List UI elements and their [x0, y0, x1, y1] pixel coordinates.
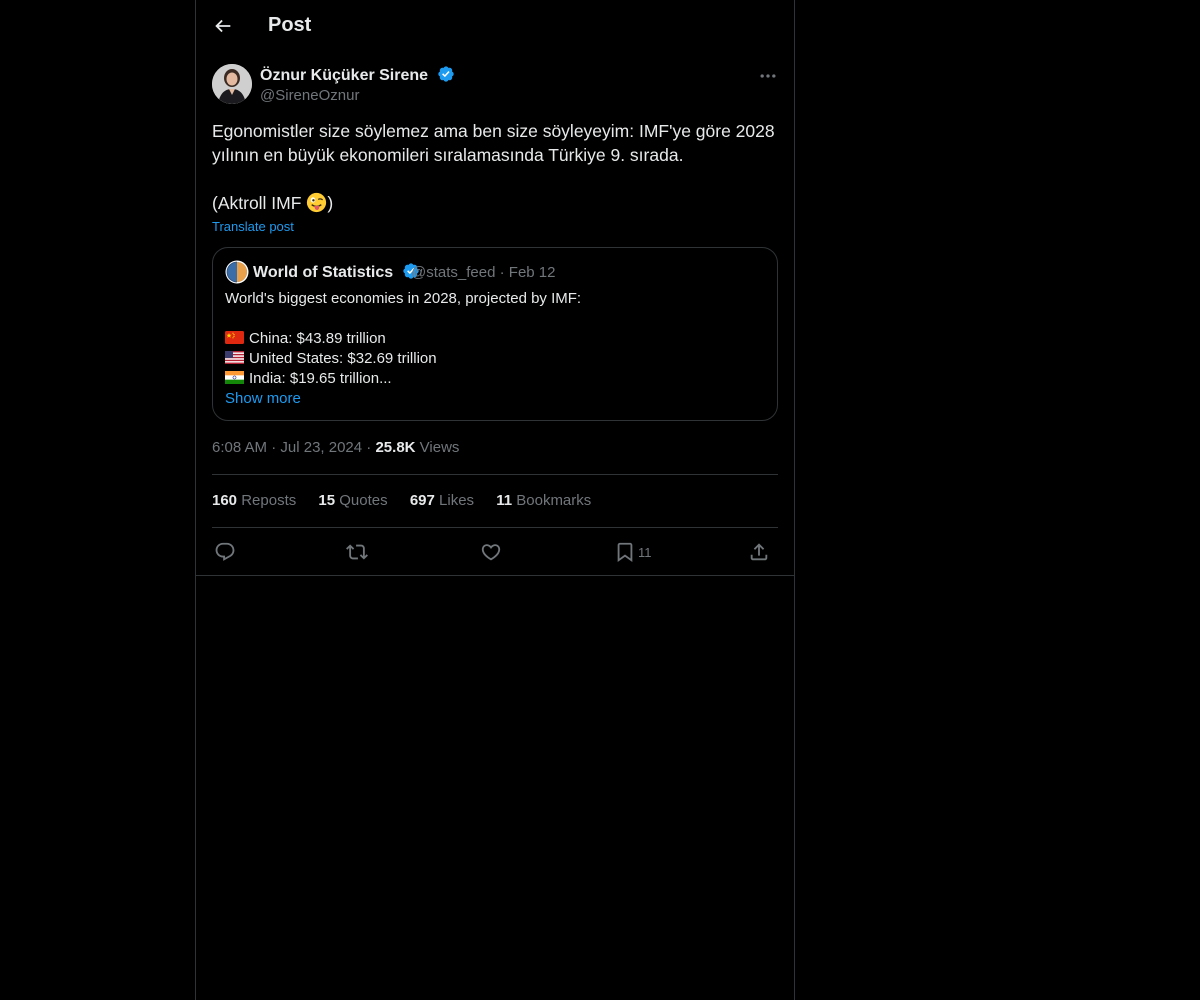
us-flag-icon	[225, 351, 244, 364]
like-button[interactable]	[480, 538, 502, 566]
india-flag-icon	[225, 371, 244, 384]
bookmarks-label: Bookmarks	[516, 492, 592, 509]
repost-icon	[346, 544, 368, 560]
translate-post-link[interactable]: Translate post	[212, 219, 294, 234]
meta-separator: ·	[366, 439, 372, 456]
bookmark-button[interactable]: 11	[614, 538, 664, 566]
globe-avatar-icon	[225, 260, 249, 284]
quotes-stat[interactable]: 15 Quotes	[318, 492, 387, 509]
views-count: 25.8K	[375, 439, 416, 456]
share-icon	[750, 543, 768, 561]
quoted-post[interactable]: World of Statistics @stats_feed · Feb 12…	[212, 247, 778, 421]
quotes-label: Quotes	[339, 492, 388, 509]
bookmarks-count: 11	[496, 492, 513, 509]
post-text: Egonomistler size söylemez ama ben size …	[212, 119, 778, 215]
quoted-author-name-label: World of Statistics	[253, 264, 394, 281]
page-title: Post	[268, 14, 312, 36]
quoted-author-name: World of Statistics	[253, 262, 420, 282]
list-item: China: $43.89 trillion	[225, 329, 765, 349]
views-label: Views	[419, 439, 460, 456]
bookmark-count: 11	[638, 545, 652, 560]
list-item-text: China: $43.89 trillion	[249, 330, 386, 347]
page-header: Post	[196, 0, 794, 53]
post-date[interactable]: Jul 23, 2024	[280, 439, 362, 456]
china-flag-icon	[225, 331, 244, 344]
list-item-text: United States: $32.69 trillion	[249, 350, 437, 367]
bookmark-icon	[617, 542, 633, 563]
more-dots-icon	[760, 74, 776, 78]
quoted-date: Feb 12	[508, 264, 556, 281]
likes-count: 697	[409, 492, 435, 509]
post-time[interactable]: 6:08 AM	[212, 439, 267, 456]
divider	[196, 575, 794, 576]
verified-badge-icon	[437, 66, 454, 82]
author-handle[interactable]: @SireneOznur	[260, 87, 359, 104]
more-options-button[interactable]	[758, 66, 778, 86]
show-more-link[interactable]: Show more	[225, 390, 301, 407]
post-text-paragraph: Egonomistler size söylemez ama ben size …	[212, 121, 775, 165]
repost-button[interactable]	[346, 538, 368, 566]
author-name[interactable]: Öznur Küçüker Sirene	[260, 65, 455, 85]
main-column: Post Öznur Küçüker Sirene @SireneOznur E…	[195, 0, 795, 1000]
quoted-author-handle: @stats_feed	[411, 264, 496, 281]
list-item: United States: $32.69 trillion	[225, 349, 765, 369]
heart-icon	[481, 544, 501, 561]
avatar[interactable]	[212, 64, 252, 104]
action-bar: 11	[212, 538, 778, 566]
post-text-paragraph-2: (Aktroll IMF )	[212, 191, 778, 215]
quotes-count: 15	[318, 492, 336, 509]
share-button[interactable]	[748, 538, 770, 566]
post-text-suffix: )	[327, 193, 334, 213]
reply-icon	[215, 542, 235, 561]
winking-tongue-emoji-icon	[307, 192, 327, 213]
divider	[212, 527, 778, 528]
likes-label: Likes	[439, 492, 475, 509]
reposts-stat[interactable]: 160 Reposts	[212, 492, 296, 509]
divider	[212, 474, 778, 475]
reposts-label: Reposts	[241, 492, 297, 509]
arrow-left-icon	[215, 19, 231, 33]
quoted-separator: ·	[499, 264, 505, 281]
author-name-label: Öznur Küçüker Sirene	[260, 67, 429, 84]
reposts-count: 160	[212, 492, 238, 509]
list-item-text: India: $19.65 trillion...	[249, 370, 392, 387]
meta-separator: ·	[271, 439, 277, 456]
post-text-prefix: (Aktroll IMF	[212, 193, 307, 213]
quoted-text: World's biggest economies in 2028, proje…	[225, 289, 765, 409]
likes-stat[interactable]: 697 Likes	[410, 492, 474, 509]
engagement-stats: 160 Reposts 15 Quotes 697 Likes 11 Bookm…	[212, 492, 609, 509]
post-author: Öznur Küçüker Sirene @SireneOznur	[212, 64, 778, 108]
back-button[interactable]	[212, 15, 234, 37]
list-item: India: $19.65 trillion...	[225, 369, 765, 389]
bookmarks-stat[interactable]: 11 Bookmarks	[496, 492, 591, 509]
avatar-photo-icon	[212, 64, 252, 104]
post-meta: 6:08 AM · Jul 23, 2024 · 25.8K Views	[212, 439, 459, 456]
quoted-intro: World's biggest economies in 2028, proje…	[225, 290, 582, 307]
quoted-meta: @stats_feed · Feb 12	[411, 264, 556, 281]
reply-button[interactable]	[214, 538, 236, 566]
